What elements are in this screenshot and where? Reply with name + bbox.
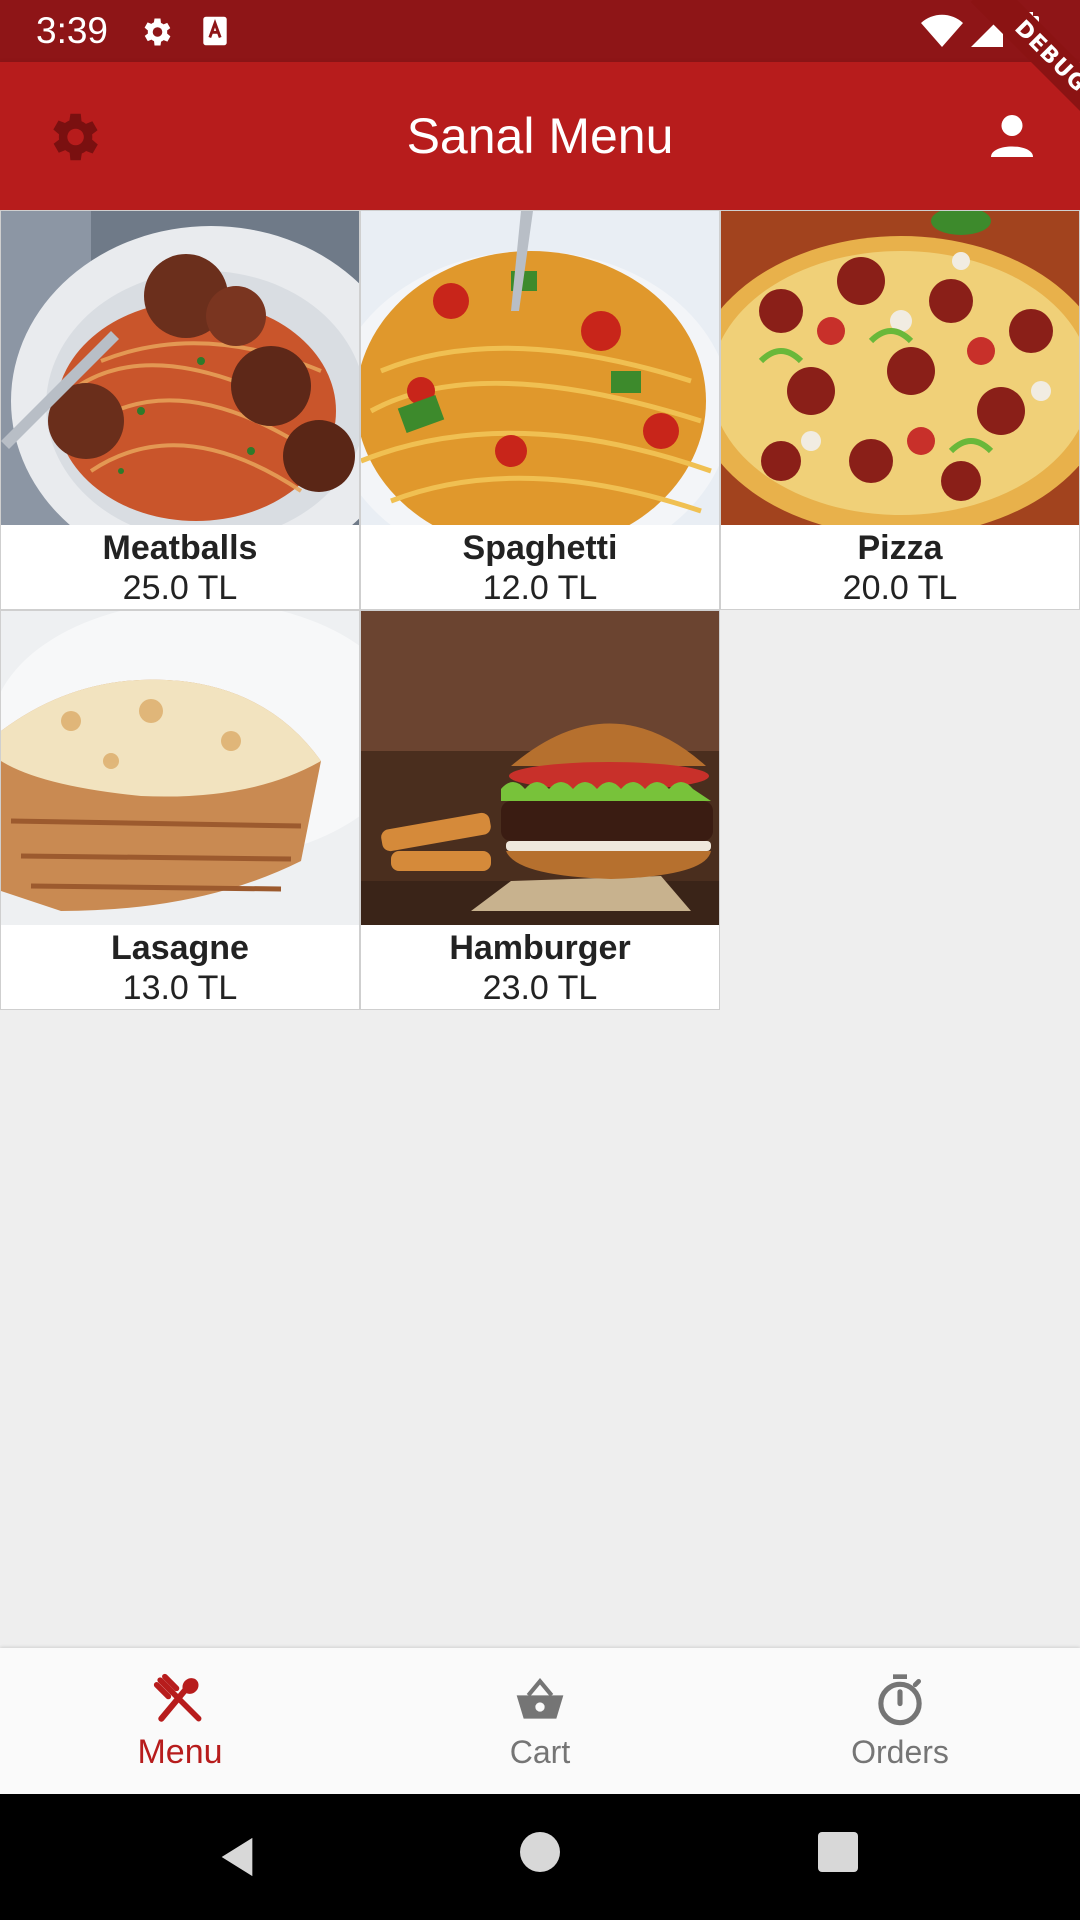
menu-item-hamburger[interactable]: Hamburger 23.0 TL bbox=[360, 610, 720, 1010]
menu-item-name: Pizza bbox=[857, 529, 943, 567]
spaghetti-image bbox=[361, 211, 719, 525]
nav-item-menu[interactable]: Menu bbox=[0, 1648, 360, 1794]
menu-item-price: 13.0 TL bbox=[122, 969, 238, 1007]
menu-item-price: 20.0 TL bbox=[842, 569, 958, 607]
system-navigation-bar bbox=[0, 1794, 1080, 1920]
nav-label-cart: Cart bbox=[509, 1734, 571, 1770]
basket-icon bbox=[516, 1678, 564, 1719]
page-title: Sanal Menu bbox=[406, 108, 674, 164]
home-button[interactable] bbox=[520, 1832, 560, 1872]
menu-item-lasagne[interactable]: Lasagne 13.0 TL bbox=[0, 610, 360, 1010]
bottom-navigation: Menu Cart Orders bbox=[0, 1648, 1080, 1794]
hamburger-image bbox=[361, 611, 719, 925]
app-bar: Sanal Menu bbox=[0, 62, 1080, 210]
lasagne-image bbox=[1, 611, 359, 925]
keyboard-a-icon bbox=[203, 16, 227, 46]
nav-label-orders: Orders bbox=[851, 1734, 949, 1770]
fork-spoon-icon bbox=[153, 1673, 202, 1722]
back-icon[interactable] bbox=[214, 1834, 260, 1880]
menu-item-price: 25.0 TL bbox=[122, 569, 238, 607]
app-screen: 3:39 Sanal Menu DEBUG Meatballs 25.0 TL … bbox=[0, 0, 1080, 1920]
menu-item-meatballs[interactable]: Meatballs 25.0 TL bbox=[0, 210, 360, 610]
menu-item-name: Spaghetti bbox=[462, 529, 618, 567]
menu-item-price: 23.0 TL bbox=[482, 969, 598, 1007]
status-time: 3:39 bbox=[36, 10, 109, 51]
nav-item-cart[interactable]: Cart bbox=[360, 1648, 720, 1794]
pizza-image bbox=[721, 211, 1079, 525]
menu-item-name: Meatballs bbox=[102, 529, 258, 567]
settings-notification-icon bbox=[144, 18, 171, 46]
menu-item-name: Lasagne bbox=[111, 929, 249, 967]
meatballs-image bbox=[1, 211, 359, 525]
nav-label-menu: Menu bbox=[137, 1733, 223, 1771]
menu-item-price: 12.0 TL bbox=[482, 569, 598, 607]
stopwatch-icon bbox=[878, 1674, 922, 1726]
menu-item-spaghetti[interactable]: Spaghetti 12.0 TL bbox=[360, 210, 720, 610]
nav-item-orders[interactable]: Orders bbox=[720, 1648, 1080, 1794]
person-icon[interactable] bbox=[984, 108, 1040, 164]
status-bar: 3:39 bbox=[0, 0, 1080, 62]
menu-item-pizza[interactable]: Pizza 20.0 TL bbox=[720, 210, 1080, 610]
recents-button[interactable] bbox=[818, 1832, 858, 1872]
menu-item-name: Hamburger bbox=[449, 929, 631, 967]
wifi-icon bbox=[921, 14, 963, 48]
gear-icon[interactable] bbox=[42, 106, 104, 168]
